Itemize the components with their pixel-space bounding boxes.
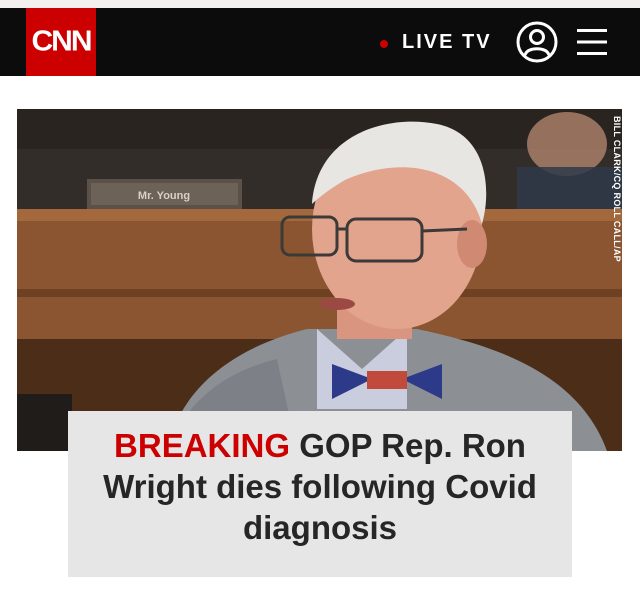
cnn-logo[interactable]: CNN [26, 8, 96, 76]
live-tv-link[interactable]: LIVE TV [402, 31, 492, 54]
hero-photo[interactable]: Mr. Young [17, 109, 622, 451]
breaking-tag: BREAKING [114, 427, 291, 464]
account-icon[interactable] [516, 21, 558, 63]
navbar: CNN LIVE TV [0, 8, 640, 76]
live-indicator-dot [380, 40, 388, 48]
hero-illustration: Mr. Young [17, 109, 622, 451]
logo-text: CNN [31, 25, 93, 58]
nameplate-text: Mr. Young [138, 190, 190, 202]
photo-credit: BILL CLARK/CQ ROLL CALL/AP [612, 116, 622, 262]
hamburger-menu-icon[interactable] [577, 26, 607, 58]
top-strip [0, 0, 640, 8]
headline-card[interactable]: BREAKING GOP Rep. Ron Wright dies follow… [68, 411, 572, 577]
headline[interactable]: BREAKING GOP Rep. Ron Wright dies follow… [68, 425, 572, 548]
